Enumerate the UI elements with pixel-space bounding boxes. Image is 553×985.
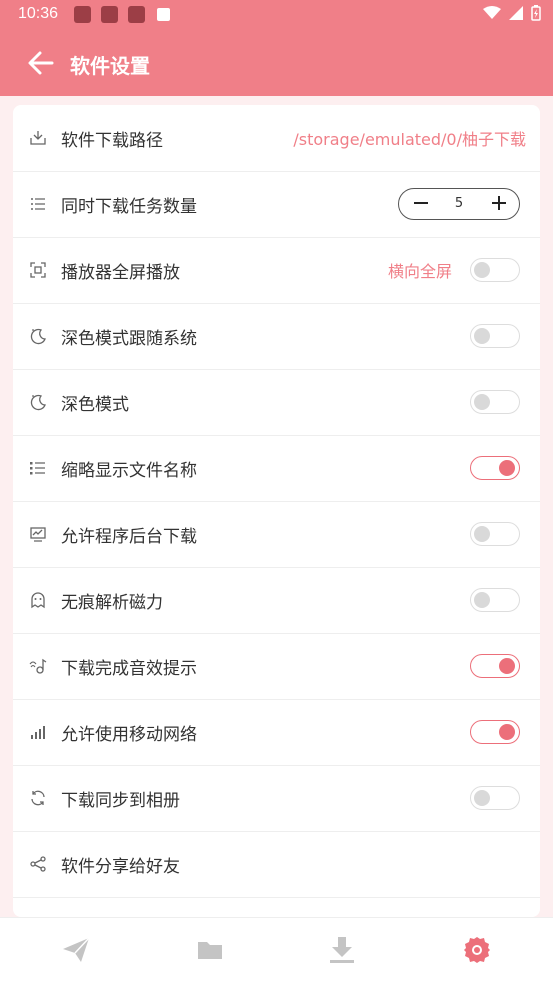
status-bar: 10:36 — [0, 0, 553, 30]
setting-label: 下载完成音效提示 — [61, 658, 197, 679]
notification-icon — [157, 8, 170, 21]
back-arrow-icon[interactable] — [26, 48, 56, 78]
setting-background-download[interactable]: 允许程序后台下载 — [13, 501, 540, 568]
bottom-navigation — [0, 917, 553, 985]
download-icon[interactable] — [327, 935, 357, 965]
setting-label: 深色模式 — [61, 394, 129, 415]
setting-sync-to-album[interactable]: 下载同步到相册 — [13, 765, 540, 832]
moon-icon — [30, 328, 46, 345]
plus-icon[interactable] — [489, 193, 509, 213]
page-title: 软件设置 — [70, 54, 150, 78]
status-time: 10:36 — [18, 5, 59, 22]
setting-concurrent-downloads: 同时下载任务数量 5 — [13, 171, 540, 238]
toggle-switch[interactable] — [470, 786, 520, 810]
setting-label: 下载同步到相册 — [61, 790, 180, 811]
download-path-value[interactable]: /storage/emulated/0/柚子下载 — [293, 126, 526, 150]
setting-label: 允许使用移动网络 — [61, 724, 197, 745]
notification-icon — [128, 6, 145, 23]
app-bar: 软件设置 — [0, 30, 553, 96]
sound-icon — [29, 658, 47, 674]
toggle-switch[interactable] — [470, 522, 520, 546]
download-count-stepper: 5 — [398, 188, 520, 220]
ghost-icon — [31, 592, 45, 609]
bullet-list-icon — [30, 462, 45, 475]
wifi-icon — [483, 6, 501, 19]
setting-mobile-network[interactable]: 允许使用移动网络 — [13, 699, 540, 766]
cell-signal-icon — [509, 6, 523, 20]
setting-label: 无痕解析磁力 — [61, 592, 163, 613]
setting-label: 播放器全屏播放 — [61, 262, 180, 283]
signal-icon — [31, 726, 45, 739]
setting-label: 软件下载路径 — [61, 130, 163, 151]
notification-icon — [101, 6, 118, 23]
settings-list: 软件下载路径 /storage/emulated/0/柚子下载 同时下载任务数量… — [13, 105, 540, 917]
toggle-switch[interactable] — [470, 588, 520, 612]
setting-player-fullscreen[interactable]: 播放器全屏播放 横向全屏 — [13, 237, 540, 304]
setting-dark-mode-follow-system[interactable]: 深色模式跟随系统 — [13, 303, 540, 370]
setting-label: 缩略显示文件名称 — [61, 460, 197, 481]
notification-icon — [74, 6, 91, 23]
setting-label: 深色模式跟随系统 — [61, 328, 197, 349]
toggle-switch[interactable] — [470, 720, 520, 744]
moon-icon — [30, 394, 46, 411]
battery-icon — [531, 5, 541, 21]
settings-icon[interactable] — [462, 935, 492, 965]
send-icon[interactable] — [61, 935, 91, 965]
fullscreen-icon — [30, 262, 46, 278]
setting-abbreviate-filenames[interactable]: 缩略显示文件名称 — [13, 435, 540, 502]
setting-dark-mode[interactable]: 深色模式 — [13, 369, 540, 436]
setting-label: 同时下载任务数量 — [61, 196, 197, 217]
setting-share-app[interactable]: 软件分享给好友 — [13, 831, 540, 898]
toggle-switch[interactable] — [470, 456, 520, 480]
toggle-switch[interactable] — [470, 258, 520, 282]
sync-icon — [31, 790, 45, 806]
monitor-icon — [30, 527, 46, 542]
setting-incognito-magnet[interactable]: 无痕解析磁力 — [13, 567, 540, 634]
toggle-switch[interactable] — [470, 390, 520, 414]
setting-label: 允许程序后台下载 — [61, 526, 197, 547]
toggle-switch[interactable] — [470, 324, 520, 348]
setting-download-path[interactable]: 软件下载路径 /storage/emulated/0/柚子下载 — [13, 105, 540, 172]
setting-label: 软件分享给好友 — [61, 856, 180, 877]
setting-completion-sound[interactable]: 下载完成音效提示 — [13, 633, 540, 700]
share-icon — [30, 856, 46, 872]
download-tray-icon — [30, 131, 46, 145]
fullscreen-mode-value[interactable]: 横向全屏 — [388, 258, 452, 282]
toggle-switch[interactable] — [470, 654, 520, 678]
folder-icon[interactable] — [195, 935, 225, 965]
list-icon — [31, 198, 45, 210]
